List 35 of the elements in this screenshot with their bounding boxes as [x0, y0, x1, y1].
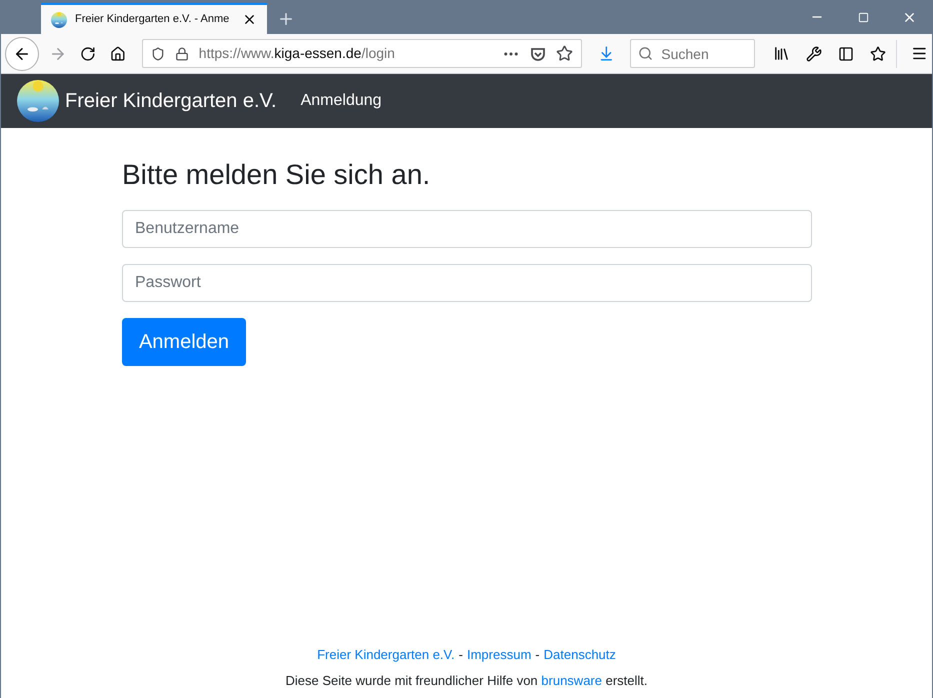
pocket-icon[interactable]	[530, 46, 546, 62]
url-field[interactable]: https://www.kiga-essen.de/login	[142, 39, 582, 68]
wrench-icon[interactable]	[806, 46, 822, 62]
login-button[interactable]: Anmelden	[122, 318, 246, 366]
footer-link[interactable]: Freier Kindergarten e.V.	[317, 645, 455, 664]
search-field[interactable]: Suchen	[630, 39, 756, 68]
sidebar-icon[interactable]	[838, 46, 854, 62]
nav-link[interactable]: Anmeldung	[300, 89, 382, 113]
back-button[interactable]	[5, 36, 39, 70]
input-field[interactable]: Benutzername	[122, 210, 812, 248]
close-tab-icon[interactable]	[242, 12, 257, 27]
logo-icon	[17, 80, 59, 122]
input-field[interactable]: Passwort	[122, 264, 812, 302]
separator: -	[458, 646, 463, 664]
credit-text: Diese Seite wurde mit freundlicher Hilfe von brunsware erstellt.	[285, 672, 648, 690]
library-icon[interactable]	[773, 45, 790, 62]
star-icon[interactable]	[870, 46, 886, 62]
brand-link[interactable]: Freier Kindergarten e.V.	[65, 86, 277, 116]
separator: -	[535, 646, 540, 664]
credit-link[interactable]: brunsware	[541, 672, 602, 688]
search-icon[interactable]	[638, 46, 654, 61]
menu-icon[interactable]	[911, 45, 928, 62]
url-text: https://www.kiga-essen.de/login	[198, 44, 396, 63]
footer-link[interactable]: Datenschutz	[544, 645, 616, 664]
footer-link[interactable]: Impressum	[466, 645, 532, 664]
tab-title: Freier Kindergarten e.V. - Anme	[75, 12, 230, 28]
logo-icon	[51, 12, 67, 28]
lock-icon[interactable]	[174, 46, 189, 60]
page-heading: Bitte melden Sie sich an.	[122, 158, 432, 192]
reload-icon[interactable]	[80, 46, 96, 62]
star-icon[interactable]	[556, 45, 572, 62]
shield-icon[interactable]	[150, 46, 165, 60]
browser-tab[interactable]: Freier Kindergarten e.V. - Anme	[41, 3, 267, 34]
maximize-icon[interactable]	[858, 12, 868, 22]
home-icon[interactable]	[110, 46, 126, 62]
